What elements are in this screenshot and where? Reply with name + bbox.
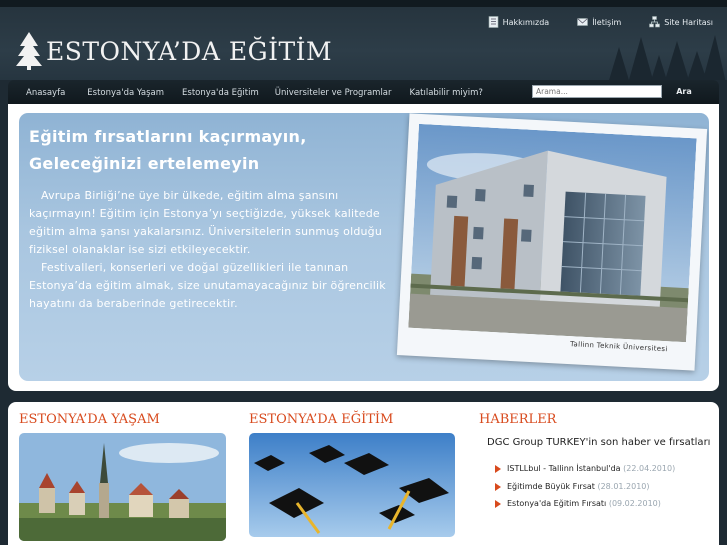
arrow-right-icon xyxy=(495,499,501,508)
nav-item-education[interactable]: Estonya'da Eğitim xyxy=(182,88,259,98)
main-nav: Anasayfa Estonya'da Yaşam Estonya'da Eği… xyxy=(8,80,719,104)
news-item-title: Eğitimde Büyük Fırsat xyxy=(507,482,595,491)
site-title: ESTONYA’DA EĞİTİM xyxy=(46,36,333,66)
hero-title-line1: Eğitim fırsatlarını kaçırmayın, xyxy=(29,127,307,146)
sitemap-icon xyxy=(649,16,661,28)
hero-paragraph-1: Avrupa Birliği’ne üye bir ülkede, eğitim… xyxy=(29,189,383,256)
graduation-caps-photo xyxy=(249,433,455,537)
university-photo-frame: Tallinn Teknik Üniversitesi xyxy=(396,113,708,371)
nav-item-home[interactable]: Anasayfa xyxy=(26,88,65,98)
news-item[interactable]: Estonya'da Eğitim Fırsatı (09.02.2010) xyxy=(495,499,661,508)
site-logo[interactable]: ESTONYA’DA EĞİTİM xyxy=(16,31,332,71)
search-button[interactable]: Ara xyxy=(668,85,700,98)
contact-link[interactable]: İletişim xyxy=(577,16,621,28)
news-item-date: (22.04.2010) xyxy=(623,464,676,473)
life-section-title[interactable]: ESTONYA’DA YAŞAM xyxy=(19,412,160,427)
hero-banner: Eğitim fırsatlarını kaçırmayın, Geleceği… xyxy=(19,113,709,381)
arrow-right-icon xyxy=(495,464,501,473)
graduation-caps-image[interactable] xyxy=(249,433,455,537)
envelope-icon xyxy=(577,18,588,26)
site-header: ESTONYA’DA EĞİTİM Hakkımızda İletişim Si… xyxy=(0,0,727,80)
news-item-title: ISTLLbul - Tallinn İstanbul'da xyxy=(507,464,621,473)
hero-paragraph-2: Festivalleri, konserleri ve doğal güzell… xyxy=(29,261,386,310)
news-item-date: (28.01.2010) xyxy=(597,482,650,491)
top-links: Hakkımızda İletişim Site Haritası xyxy=(488,16,713,28)
news-item[interactable]: Eğitimde Büyük Fırsat (28.01.2010) xyxy=(495,482,650,491)
sitemap-link[interactable]: Site Haritası xyxy=(649,16,713,28)
content-columns: ESTONYA’DA YAŞAM ESTONYA’DA EĞİTİM HABER… xyxy=(8,402,719,545)
hero-title-line2: Geleceğinizi ertelemeyin xyxy=(29,154,260,173)
arrow-right-icon xyxy=(495,482,501,491)
news-heading: DGC Group TURKEY'in son haber ve fırsatl… xyxy=(487,437,711,448)
tree-logo-icon xyxy=(16,32,42,70)
tallinn-city-image[interactable] xyxy=(19,433,226,541)
hero-text: Avrupa Birliği’ne üye bir ülkede, eğitim… xyxy=(29,187,399,313)
university-photo xyxy=(408,123,697,343)
forest-decoration xyxy=(609,35,726,80)
news-item[interactable]: ISTLLbul - Tallinn İstanbul'da (22.04.20… xyxy=(495,464,675,473)
hero-section: Eğitim fırsatlarını kaçırmayın, Geleceği… xyxy=(8,104,719,391)
hero-title: Eğitim fırsatlarını kaçırmayın, Geleceği… xyxy=(29,123,307,177)
sitemap-link-label: Site Haritası xyxy=(664,17,713,27)
search-input[interactable] xyxy=(532,85,662,98)
about-link[interactable]: Hakkımızda xyxy=(488,16,550,28)
education-section-title[interactable]: ESTONYA’DA EĞİTİM xyxy=(249,412,393,427)
nav-item-eligibility[interactable]: Katılabilir miyim? xyxy=(410,88,483,98)
news-item-title: Estonya'da Eğitim Fırsatı xyxy=(507,499,607,508)
nav-item-life[interactable]: Estonya'da Yaşam xyxy=(87,88,164,98)
news-section-title: HABERLER xyxy=(479,412,557,427)
tallinn-skyline-image xyxy=(19,433,226,541)
nav-menu: Anasayfa Estonya'da Yaşam Estonya'da Eği… xyxy=(26,88,483,98)
nav-item-universities[interactable]: Üniversiteler ve Programlar xyxy=(275,88,392,98)
about-link-label: Hakkımızda xyxy=(502,17,550,27)
document-icon xyxy=(488,16,498,28)
university-building-image xyxy=(408,123,697,343)
contact-link-label: İletişim xyxy=(592,17,622,27)
news-item-date: (09.02.2010) xyxy=(608,499,661,508)
